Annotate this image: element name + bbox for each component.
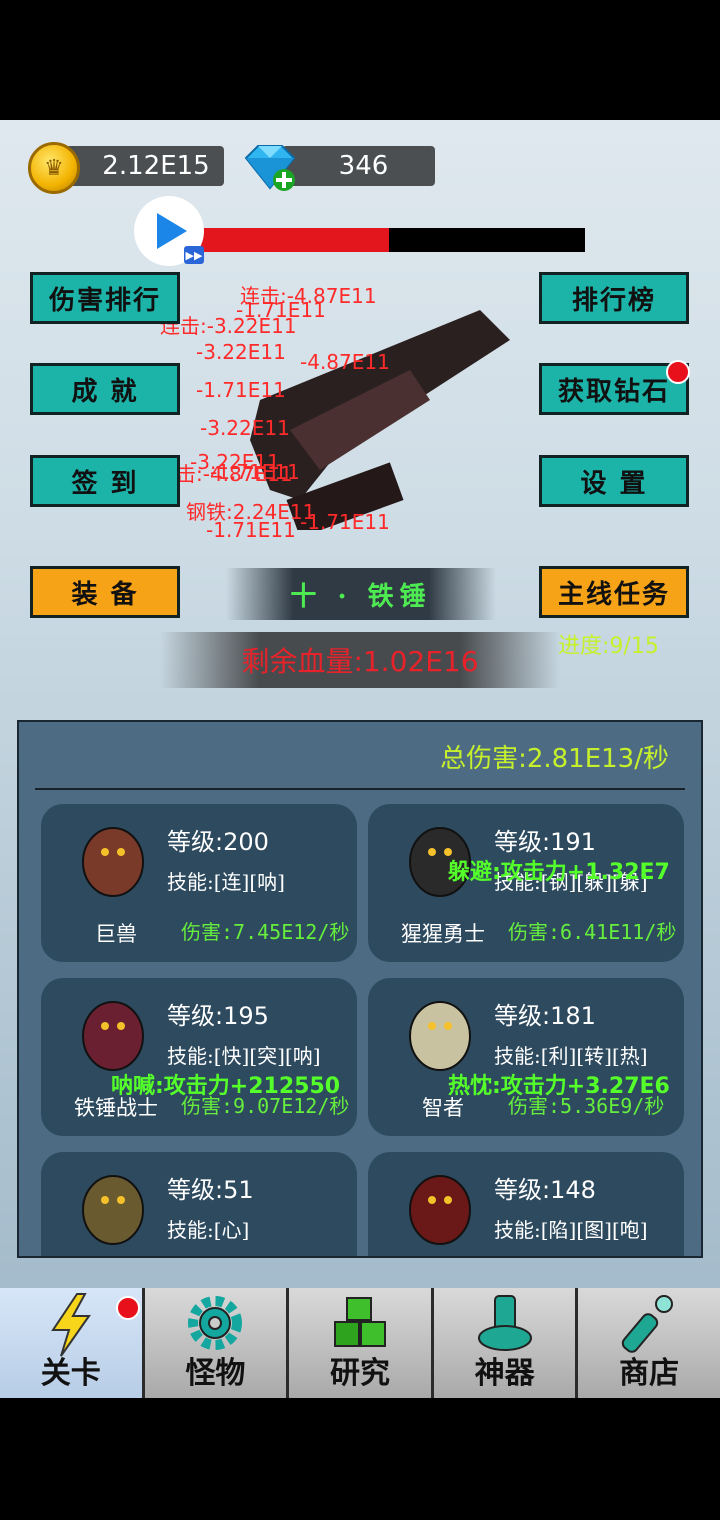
gear-icon: [188, 1296, 243, 1350]
total-damage: 总伤害:2.81E13/秒: [440, 744, 669, 774]
monster-panel: 总伤害:2.81E13/秒 等级:200 技能:[连][呐] 巨兽 伤害:7.45E1…: [17, 720, 703, 1258]
sign-in-button[interactable]: 签 到: [30, 455, 180, 507]
buff-popup: 热忱:攻击力+3.27E6: [448, 1074, 670, 1099]
notification-dot: [116, 1296, 140, 1320]
stage-title: 十 · 铁锤: [226, 568, 496, 620]
achievement-label: 成 就: [71, 376, 139, 407]
tab-stage[interactable]: 关卡: [0, 1288, 145, 1398]
progress-label: 进度:: [558, 634, 610, 659]
boss-hp-fill: [200, 228, 389, 252]
equipment-button[interactable]: 装 备: [30, 566, 180, 618]
cubes-icon: [333, 1297, 386, 1347]
monster-card[interactable]: 等级:181 技能:[利][转][热] 智者 伤害:5.36E9/秒 热忱:攻击力+3.…: [368, 978, 684, 1136]
monster-portrait-icon: [82, 1175, 144, 1245]
main-quest-button[interactable]: 主线任务: [539, 566, 689, 618]
monster-level: 等级:195: [167, 1002, 269, 1030]
tab-label: 关卡: [40, 1356, 101, 1391]
tab-monsters[interactable]: 怪物: [144, 1288, 290, 1398]
monster-level: 等级:148: [494, 1176, 596, 1204]
monster-card[interactable]: 等级:195 技能:[快][突][呐] 铁锤战士 伤害:9.07E12/秒 呐喊:攻击力…: [41, 978, 357, 1136]
monster-dps: 伤害:6.41E11/秒: [508, 920, 677, 944]
main-quest-label: 主线任务: [557, 579, 670, 610]
achievement-button[interactable]: 成 就: [30, 363, 180, 415]
tab-label: 商店: [619, 1356, 680, 1391]
boss-hp-bar: [200, 228, 585, 252]
damage-number: -3.22E11: [196, 340, 286, 364]
monster-card[interactable]: 等级:148 技能:[陷][图][咆]: [368, 1152, 684, 1256]
damage-number: -1.71E11: [206, 518, 296, 542]
monster-name: 猩猩勇士: [401, 922, 485, 946]
get-diamonds-label: 获取钻石: [557, 376, 670, 407]
gold-amount: 2.12E15: [102, 151, 210, 181]
monster-skills: 技能:[快][突][呐]: [167, 1044, 321, 1068]
sign-in-label: 签 到: [71, 468, 139, 499]
settings-button[interactable]: 设 置: [539, 455, 689, 507]
progress-value: 9/15: [609, 634, 659, 659]
system-nav-area: [0, 1398, 720, 1520]
monster-skills: 技能:[连][呐]: [167, 870, 285, 894]
tab-artifact[interactable]: 神器: [433, 1288, 579, 1398]
tab-shop[interactable]: 商店: [578, 1288, 720, 1398]
fast-forward-icon[interactable]: ▶▶: [184, 246, 204, 264]
monster-portrait-icon: [82, 827, 144, 897]
damage-number: -1.71E11: [196, 378, 286, 402]
monster-card[interactable]: 等级:191 技能:[钢][躲][躲] 猩猩勇士 伤害:6.41E11/秒 躲避:攻击力…: [368, 804, 684, 962]
divider: [35, 788, 685, 790]
leaderboard-label: 排行榜: [571, 285, 656, 316]
monster-skills: 技能:[利][转][热]: [494, 1044, 648, 1068]
equipment-label: 装 备: [71, 579, 139, 610]
monster-portrait-icon: [409, 1175, 471, 1245]
remaining-hp: 剩余血量:1.02E16: [160, 632, 560, 688]
tab-label: 研究: [329, 1356, 390, 1391]
buff-popup: 呐喊:攻击力+212550: [111, 1074, 341, 1099]
monster-level: 等级:191: [494, 828, 596, 856]
bottom-nav: 关卡 怪物 研究 神器 商店: [0, 1288, 720, 1398]
monster-level: 等级:200: [167, 828, 269, 856]
stage-progress: 进度:9/15: [558, 628, 659, 660]
monster-skills: 技能:[陷][图][咆]: [494, 1218, 648, 1242]
damage-number: -1.71E11: [300, 510, 390, 534]
buff-popup: 躲避:攻击力+1.32E7: [448, 860, 670, 885]
monster-level: 等级:51: [167, 1176, 254, 1204]
diamond-bar: 346: [282, 146, 435, 186]
damage-number: -4.87E11: [300, 350, 390, 374]
bell-artifact-icon: [477, 1295, 532, 1351]
settings-label: 设 置: [580, 468, 648, 499]
monster-level: 等级:181: [494, 1002, 596, 1030]
monster-skills: 技能:[心]: [167, 1218, 250, 1242]
tab-research[interactable]: 研究: [289, 1288, 434, 1398]
gold-bar: 2.12E15: [64, 146, 224, 186]
monster-dps: 伤害:7.45E12/秒: [181, 920, 350, 944]
leaderboard-button[interactable]: 排行榜: [539, 272, 689, 324]
tab-label: 神器: [474, 1356, 535, 1391]
tab-label: 怪物: [185, 1356, 246, 1391]
game-screen: 2.12E15 ♛ 346 ▶▶ 连击:-4.87E11 -1.71E11 连击:-…: [0, 120, 720, 1398]
monster-card[interactable]: 等级:200 技能:[连][呐] 巨兽 伤害:7.45E12/秒: [41, 804, 357, 962]
monster-name: 巨兽: [95, 922, 137, 946]
damage-rank-button[interactable]: 伤害排行: [30, 272, 180, 324]
damage-number: 连击:-3.22E11: [160, 314, 297, 338]
damage-rank-label: 伤害排行: [48, 285, 161, 316]
monster-card[interactable]: 等级:51 技能:[心]: [41, 1152, 357, 1256]
damage-number: -3.22E11: [190, 450, 280, 474]
gold-coin-icon: ♛: [28, 142, 80, 194]
diamond-amount: 346: [338, 151, 389, 181]
diamond-add-icon[interactable]: [242, 144, 298, 192]
damage-number: -3.22E11: [200, 416, 290, 440]
notification-dot: [666, 360, 690, 384]
